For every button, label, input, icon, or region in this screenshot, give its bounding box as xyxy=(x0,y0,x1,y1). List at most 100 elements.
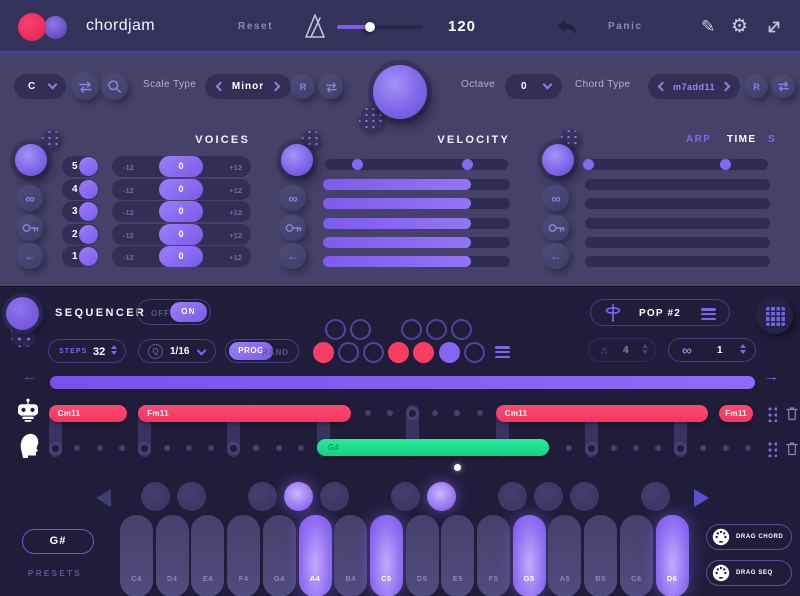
white-key-E5[interactable]: E5 xyxy=(441,515,474,596)
note-F#[interactable] xyxy=(401,319,422,340)
arp-lock-button[interactable] xyxy=(543,215,569,241)
tempo-slider[interactable] xyxy=(337,25,423,29)
loop-control[interactable]: ∞ 1 xyxy=(668,338,756,362)
black-key-D#4[interactable] xyxy=(177,482,206,511)
shift-right-arrow[interactable]: → xyxy=(764,368,779,385)
white-key-A5[interactable]: A5 xyxy=(548,515,581,596)
note-A[interactable] xyxy=(439,342,460,363)
note-D#[interactable] xyxy=(350,319,371,340)
bass-row-drag-handle-icon[interactable] xyxy=(766,440,777,457)
note-F[interactable] xyxy=(388,342,409,363)
arp-bar-1[interactable] xyxy=(585,179,770,190)
voice-transpose-4[interactable]: -120+12 xyxy=(112,179,251,200)
drag-chord-button[interactable]: DRAG CHORD xyxy=(706,524,792,550)
step-dot[interactable] xyxy=(74,445,80,451)
tempo-slider-handle[interactable] xyxy=(365,22,375,32)
scale-swap-button[interactable] xyxy=(319,75,343,99)
drag-seq-button[interactable]: DRAG SEQ xyxy=(706,560,792,586)
black-key-D#5[interactable] xyxy=(427,482,456,511)
step-dot[interactable] xyxy=(611,445,617,451)
arp-bar-5[interactable] xyxy=(585,256,770,267)
voice-toggle-5[interactable]: 5 xyxy=(62,156,99,177)
velocity-latch-button[interactable]: ∞ xyxy=(280,185,306,211)
white-key-F5[interactable]: F5 xyxy=(477,515,510,596)
arp-latch-button[interactable]: ∞ xyxy=(543,185,569,211)
keyboard-next-arrow[interactable] xyxy=(694,489,709,507)
velocity-bar-1[interactable] xyxy=(323,179,510,190)
black-key-G#5[interactable] xyxy=(534,482,563,511)
white-key-G5[interactable]: G5 xyxy=(513,515,546,596)
panic-button[interactable]: Panic xyxy=(608,21,643,32)
prog-rand-toggle[interactable]: PROG RAND xyxy=(225,339,299,363)
white-key-C6[interactable]: C6 xyxy=(620,515,653,596)
arp-knob[interactable] xyxy=(542,144,574,176)
note-B[interactable] xyxy=(464,342,485,363)
sequence-length-bar[interactable] xyxy=(50,376,755,389)
step-dot[interactable] xyxy=(655,445,661,451)
stepper-icon[interactable] xyxy=(642,344,648,354)
reset-button[interactable]: Reset xyxy=(238,21,273,32)
bass-block-G#[interactable]: G# xyxy=(317,439,549,456)
step-dot[interactable] xyxy=(97,445,103,451)
black-key-A#4[interactable] xyxy=(320,482,349,511)
voice-transpose-3[interactable]: -120+12 xyxy=(112,201,251,222)
range-handle[interactable] xyxy=(462,159,473,170)
current-chord-badge[interactable]: G# xyxy=(22,529,94,554)
white-key-E4[interactable]: E4 xyxy=(191,515,224,596)
quantize-control[interactable]: Q 1/16 xyxy=(138,339,216,363)
swap-scale-button[interactable] xyxy=(72,73,99,100)
step-dot[interactable] xyxy=(298,445,304,451)
note-C#[interactable] xyxy=(325,319,346,340)
step-dot[interactable] xyxy=(745,445,751,451)
stepper-icon[interactable] xyxy=(111,345,117,355)
black-key-A#5[interactable] xyxy=(570,482,599,511)
shift-left-arrow[interactable]: ← xyxy=(22,368,37,385)
black-key-F#4[interactable] xyxy=(248,482,277,511)
scale-type-select[interactable]: Minor xyxy=(205,74,291,99)
tab-time[interactable]: TIME xyxy=(727,134,757,145)
velocity-bar-4[interactable] xyxy=(323,237,510,248)
preset-selector[interactable]: POP #2 xyxy=(590,299,730,326)
black-key-C#6[interactable] xyxy=(641,482,670,511)
tab-arp[interactable]: ARP xyxy=(686,134,711,145)
voice-toggle-1[interactable]: 1 xyxy=(62,246,99,267)
white-key-B5[interactable]: B5 xyxy=(584,515,617,596)
white-key-D4[interactable]: D4 xyxy=(156,515,189,596)
white-key-C5[interactable]: C5 xyxy=(370,515,403,596)
note-selector-menu-icon[interactable] xyxy=(495,346,510,358)
undo-icon[interactable] xyxy=(556,20,578,40)
bass-row-trash-icon[interactable] xyxy=(786,441,798,461)
white-key-D6[interactable]: D6 xyxy=(656,515,689,596)
step-dot[interactable] xyxy=(253,445,259,451)
arp-bar-3[interactable] xyxy=(585,218,770,229)
range-handle[interactable] xyxy=(720,159,731,170)
scale-random-button[interactable]: R xyxy=(291,75,315,99)
step-dot[interactable] xyxy=(454,410,460,416)
pencil-icon[interactable]: ✎ xyxy=(701,17,715,37)
note-A#[interactable] xyxy=(451,319,472,340)
note-G#[interactable] xyxy=(426,319,447,340)
arp-bar-4[interactable] xyxy=(585,237,770,248)
rand-mode-label[interactable]: RAND xyxy=(262,348,289,357)
black-key-C#4[interactable] xyxy=(141,482,170,511)
black-key-C#5[interactable] xyxy=(391,482,420,511)
arp-range-slider[interactable] xyxy=(585,159,768,170)
voice-toggle-2[interactable]: 2 xyxy=(62,224,99,245)
robot-icon[interactable] xyxy=(15,398,41,429)
voices-knob[interactable] xyxy=(15,144,47,176)
chord-row-trash-icon[interactable] xyxy=(786,406,798,426)
velocity-bar-5[interactable] xyxy=(323,256,510,267)
root-note-select[interactable]: C xyxy=(14,74,66,99)
velocity-bar-2[interactable] xyxy=(323,198,510,209)
voice-toggle-4[interactable]: 4 xyxy=(62,179,99,200)
step-dot[interactable] xyxy=(119,445,125,451)
tempo-value[interactable]: 120 xyxy=(445,18,479,35)
step-dot[interactable] xyxy=(208,445,214,451)
gear-icon[interactable]: ⚙ xyxy=(731,15,748,38)
step-dot[interactable] xyxy=(566,445,572,451)
velocity-knob[interactable] xyxy=(281,144,313,176)
voices-lock-button[interactable] xyxy=(17,215,43,241)
white-key-G4[interactable]: G4 xyxy=(263,515,296,596)
voices-reset-button[interactable]: ← xyxy=(17,243,43,269)
step-dot[interactable] xyxy=(365,410,371,416)
